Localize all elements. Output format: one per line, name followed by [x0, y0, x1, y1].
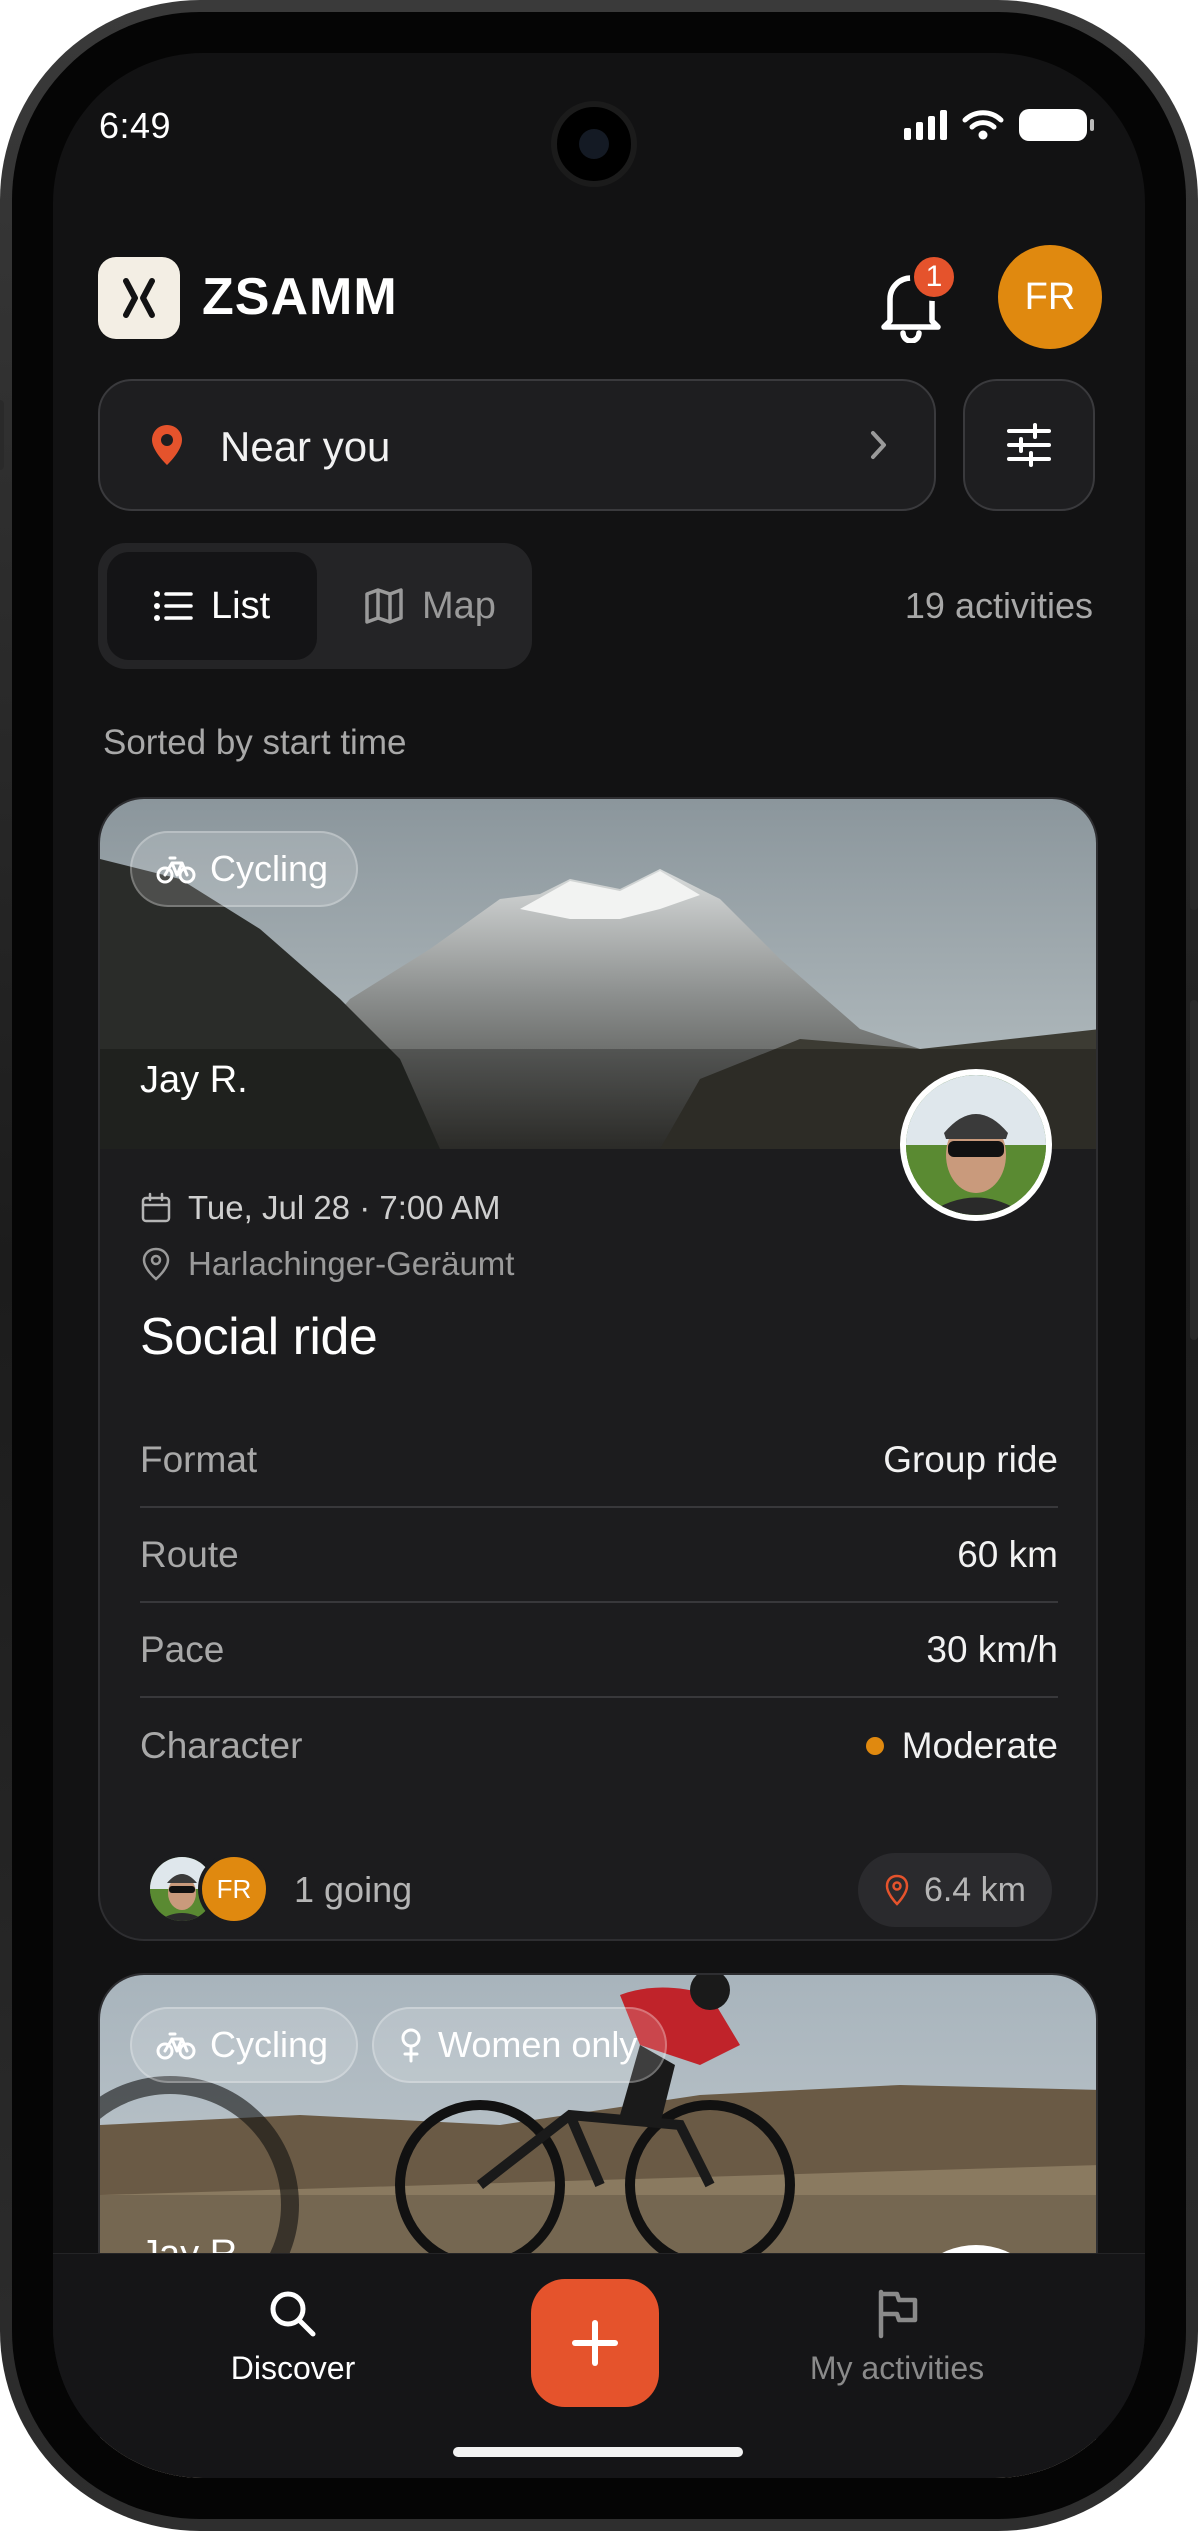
- side-button: [1190, 1000, 1198, 1340]
- activity-count: 19 activities: [904, 585, 1093, 626]
- attendee-avatars: FR: [146, 1853, 276, 1925]
- calendar-icon: [141, 1192, 171, 1223]
- plus-icon: [572, 2320, 618, 2366]
- tag-chip: Cycling: [130, 831, 359, 907]
- tag-chip: Cycling: [130, 2007, 359, 2083]
- user-avatar[interactable]: FR: [998, 245, 1102, 349]
- location-pin-icon: [152, 425, 182, 465]
- map-icon: [365, 588, 403, 624]
- detail-value: 30 km/h: [926, 1628, 1058, 1670]
- side-button: [1190, 690, 1198, 910]
- female-icon: [401, 2028, 421, 2063]
- signal-icon: [904, 110, 947, 140]
- nav-my-activities-label: My activities: [809, 2350, 985, 2386]
- distance-badge: 6.4 km: [857, 1853, 1052, 1927]
- app-name: ZSAMM: [202, 268, 398, 326]
- create-activity-button[interactable]: [531, 2279, 659, 2407]
- wifi-icon: [962, 110, 1004, 140]
- filter-button[interactable]: [963, 379, 1095, 511]
- map-pin-icon: [885, 1874, 909, 1906]
- map-view-tab[interactable]: Map: [326, 552, 526, 660]
- list-icon: [154, 591, 193, 621]
- side-button: [0, 400, 4, 470]
- detail-row-format: Format Group ride: [140, 1413, 1058, 1508]
- nav-my-activities[interactable]: My activities: [777, 2288, 1017, 2387]
- detail-value: Group ride: [883, 1438, 1058, 1480]
- sliders-icon: [1007, 423, 1051, 467]
- app-logo-icon: [98, 257, 180, 339]
- detail-row-pace: Pace 30 km/h: [140, 1603, 1058, 1698]
- flag-icon: [878, 2289, 918, 2339]
- detail-label: Route: [140, 1533, 239, 1575]
- attendee-avatar: FR: [198, 1853, 270, 1925]
- character-indicator-dot: [865, 1736, 884, 1755]
- nav-discover-label: Discover: [230, 2350, 356, 2386]
- chevron-right-icon: [871, 431, 886, 459]
- sort-label: Sorted by start time: [103, 723, 407, 762]
- view-toggle: List Map: [98, 543, 532, 669]
- activity-datetime: Tue, Jul 28 · 7:00 AM: [140, 1189, 500, 1227]
- host-name: Jay R.: [140, 1059, 248, 1101]
- app-header: ZSAMM 1 FR: [98, 243, 1102, 353]
- location-text: Harlachinger-Geräumt: [188, 1245, 515, 1282]
- status-bar: 6:49: [53, 53, 1145, 203]
- tag-chip: Women only: [372, 2007, 668, 2083]
- status-time: 6:49: [99, 105, 172, 146]
- detail-row-character: Character Moderate: [140, 1698, 1058, 1793]
- detail-label: Character: [140, 1724, 303, 1766]
- tag-label: Cycling: [210, 848, 329, 889]
- detail-value: Moderate: [901, 1724, 1058, 1766]
- going-count: 1 going: [294, 1869, 413, 1910]
- distance-text: 6.4 km: [923, 1870, 1026, 1909]
- bicycle-icon: [156, 856, 196, 884]
- detail-value: 60 km: [957, 1533, 1058, 1575]
- battery-icon: [1019, 109, 1094, 141]
- location-label: Near you: [220, 423, 391, 470]
- bicycle-icon: [156, 2032, 196, 2060]
- notification-badge: 1: [910, 253, 958, 301]
- detail-label: Pace: [140, 1628, 225, 1670]
- status-icons: [904, 109, 1094, 141]
- home-indicator[interactable]: [453, 2447, 743, 2457]
- activity-card[interactable]: Cycling Jay R. Tue, Jul 28 · 7:00 AM Har…: [98, 797, 1098, 1941]
- map-view-label: Map: [422, 584, 496, 627]
- activity-title: Social ride: [140, 1308, 378, 1366]
- activity-location: Harlachinger-Geräumt: [140, 1245, 514, 1283]
- bottom-navigation: Discover My activities: [53, 2253, 1145, 2478]
- location-selector[interactable]: Near you: [98, 379, 936, 511]
- detail-row-route: Route 60 km: [140, 1508, 1058, 1603]
- app-screen: 6:49 ZSAMM 1 FR Near you List Map 19 act…: [53, 53, 1145, 2478]
- tag-label: Cycling: [210, 2024, 329, 2065]
- detail-label: Format: [140, 1438, 258, 1480]
- list-view-tab[interactable]: List: [107, 552, 317, 660]
- list-view-label: List: [211, 584, 271, 627]
- front-camera: [551, 101, 637, 187]
- map-pin-icon: [142, 1247, 170, 1281]
- tag-label: Women only: [438, 2024, 638, 2065]
- search-icon: [270, 2291, 316, 2337]
- detail-value-wrap: Moderate: [865, 1724, 1058, 1767]
- host-avatar[interactable]: [900, 1069, 1052, 1221]
- nav-discover[interactable]: Discover: [173, 2288, 413, 2387]
- datetime-text: Tue, Jul 28 · 7:00 AM: [188, 1189, 501, 1226]
